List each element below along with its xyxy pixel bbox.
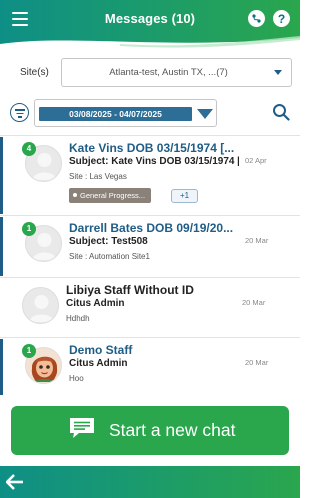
chat-date: 20 Mar	[245, 358, 269, 367]
chat-title: Libiya Staff Without ID	[66, 283, 194, 297]
chat-title: Kate Vins DOB 03/15/1974 [...	[69, 141, 235, 155]
hamburger-menu-icon[interactable]	[12, 12, 28, 26]
divider	[0, 215, 300, 216]
chat-site: Hdhdh	[66, 314, 90, 323]
chat-list-item[interactable]: 4 Kate Vins DOB 03/15/1974 [... Subject:…	[0, 137, 300, 214]
chat-bubble-icon	[70, 418, 94, 438]
chat-subject: Subject: Kate Vins DOB 03/15/1974 [	[69, 156, 239, 167]
chat-tag[interactable]: General Progress...	[69, 188, 152, 203]
page-title: Messages (10)	[104, 11, 196, 26]
date-range-value: 03/08/2025 - 04/07/2025	[39, 107, 192, 121]
unread-count-badge: 1	[22, 222, 36, 236]
caret-down-icon	[197, 109, 213, 119]
help-icon[interactable]: ?	[273, 10, 290, 27]
chat-subject: Citus Admin	[66, 298, 125, 309]
bottom-bar	[0, 466, 300, 498]
date-range-select[interactable]: 03/08/2025 - 04/07/2025	[34, 99, 217, 127]
back-arrow-icon[interactable]	[6, 474, 24, 490]
divider	[0, 277, 300, 278]
chat-list-item[interactable]: 1 Darrell Bates DOB 09/19/20... Subject:…	[0, 217, 300, 276]
divider	[0, 337, 300, 338]
divider	[0, 135, 300, 136]
avatar	[22, 287, 59, 324]
chat-subject: Subject: Test508	[69, 236, 148, 247]
site-label: Site(s)	[20, 67, 49, 78]
chat-subject: Citus Admin	[69, 358, 128, 369]
site-select[interactable]: Atlanta-test, Austin TX, ...(7)	[61, 58, 292, 87]
unread-count-badge: 4	[22, 142, 36, 156]
chevron-down-icon	[274, 70, 282, 75]
unread-count-badge: 1	[22, 344, 36, 358]
filter-icon[interactable]	[10, 103, 29, 122]
start-new-chat-label: Start a new chat	[109, 420, 236, 440]
more-tags-badge[interactable]: +1	[171, 189, 198, 203]
start-new-chat-button[interactable]: Start a new chat	[11, 406, 289, 455]
search-icon[interactable]	[272, 103, 290, 121]
chat-title: Demo Staff	[69, 343, 133, 357]
chat-title: Darrell Bates DOB 09/19/20...	[69, 221, 234, 235]
messages-screen: Messages (10) ? Site(s) Atlanta-test, Au…	[0, 0, 300, 498]
route-icon[interactable]	[248, 10, 265, 27]
chat-date: 20 Mar	[242, 298, 266, 307]
chat-site: Site : Las Vegas	[69, 172, 127, 181]
chat-site: Site : Automation Site1	[69, 252, 150, 261]
site-select-value: Atlanta-test, Austin TX, ...(7)	[109, 67, 228, 78]
chat-list-item[interactable]: 1 Demo Staff Citus Admin Hoo 20 Mar	[0, 339, 300, 395]
chat-date: 02 Apr	[245, 156, 267, 165]
app-header: Messages (10) ?	[0, 0, 300, 50]
chat-site: Hoo	[69, 374, 84, 383]
chat-date: 20 Mar	[245, 236, 269, 245]
header-wave-decoration	[0, 36, 300, 50]
chat-list-item[interactable]: Libiya Staff Without ID Citus Admin Hdhd…	[0, 279, 300, 336]
